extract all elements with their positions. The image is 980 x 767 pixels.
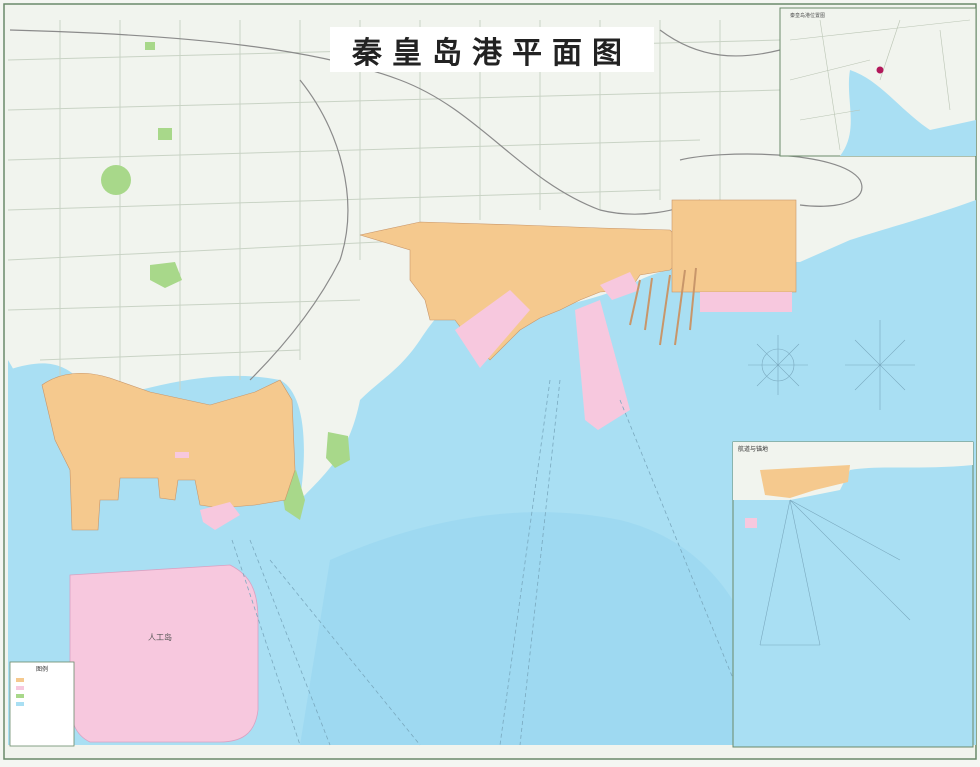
legend-title: 图例 (36, 665, 48, 673)
location-marker (876, 66, 884, 74)
channel-inset-pink (745, 518, 757, 528)
east-terminal (671, 199, 797, 293)
legend-swatch-green (16, 694, 24, 698)
east-terminal-pink (700, 292, 792, 312)
legend-swatch-sea (16, 702, 24, 706)
park-circle (101, 165, 131, 195)
map-title-box: 秦皇岛港平面图 (330, 27, 654, 72)
legend-swatch-port (16, 678, 24, 682)
map-title: 秦皇岛港平面图 (352, 35, 632, 71)
port-map: 人工岛 航道与锚地 秦皇岛港位置图 图例 (3, 3, 977, 760)
west-port-pink-spot (175, 452, 189, 458)
legend-swatch-reclaimed (16, 686, 24, 690)
map-frame: 人工岛 航道与锚地 秦皇岛港位置图 图例 (0, 0, 980, 763)
channel-inset-label: 航道与锚地 (738, 445, 768, 453)
artificial-island (69, 564, 259, 743)
artificial-island-label: 人工岛 (148, 632, 172, 642)
compass-rose-1 (748, 335, 808, 395)
park-5 (145, 42, 155, 50)
location-inset-label: 秦皇岛港位置图 (790, 12, 825, 19)
park-1 (158, 128, 172, 140)
